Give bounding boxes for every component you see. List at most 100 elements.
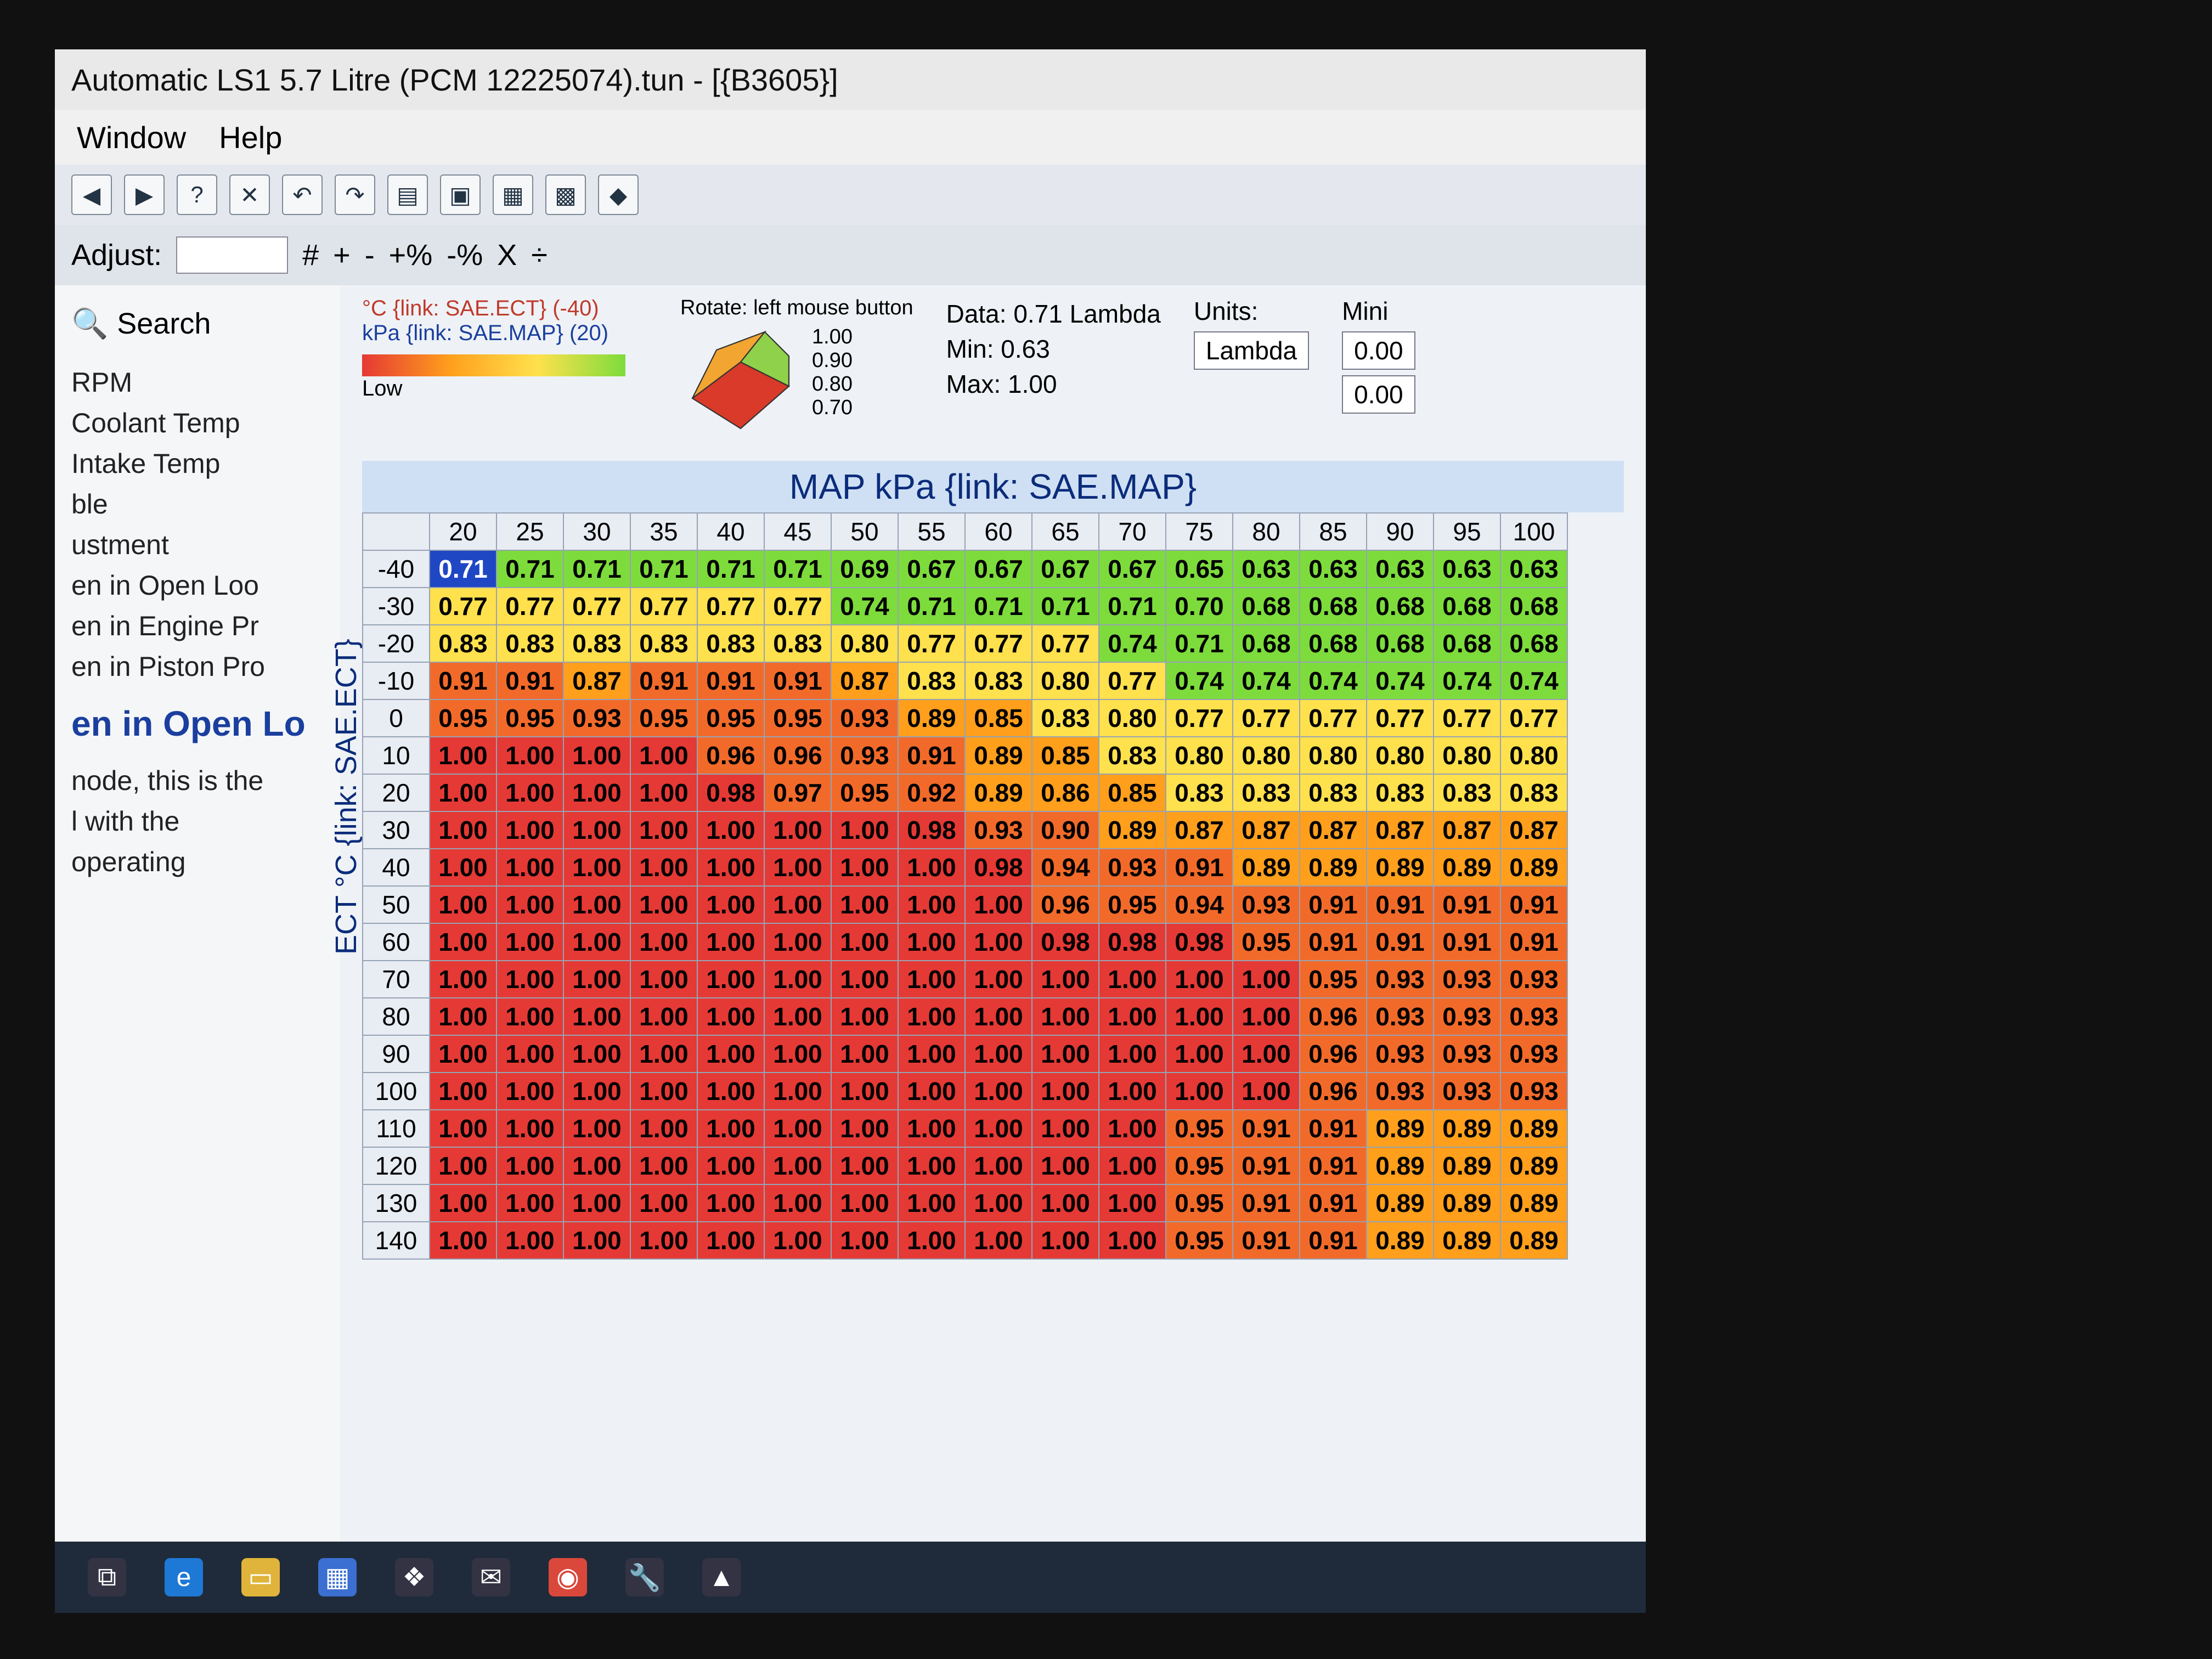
- dropbox-icon[interactable]: ❖: [395, 1558, 433, 1596]
- table-cell[interactable]: 1.00: [563, 811, 631, 849]
- table-cell[interactable]: 0.93: [563, 699, 631, 737]
- table-cell[interactable]: 0.77: [496, 587, 564, 625]
- table-cell[interactable]: 1.00: [697, 1035, 765, 1073]
- table-cell[interactable]: 0.95: [1299, 960, 1367, 998]
- table-cell[interactable]: 1.00: [898, 1072, 966, 1110]
- table-cell[interactable]: 1.00: [697, 1072, 765, 1110]
- table-cell[interactable]: 1.00: [831, 923, 899, 961]
- table-cell[interactable]: 1.00: [764, 1035, 832, 1073]
- table-cell[interactable]: 0.77: [1500, 699, 1568, 737]
- table-cell[interactable]: 1.00: [630, 923, 698, 961]
- table-cell[interactable]: 0.93: [1366, 960, 1434, 998]
- table-cell[interactable]: 1.00: [831, 960, 899, 998]
- table-cell[interactable]: 1.00: [1098, 1072, 1166, 1110]
- table-cell[interactable]: 0.89: [1232, 848, 1300, 887]
- table-cell[interactable]: 1.00: [1098, 997, 1166, 1036]
- table-cell[interactable]: 0.89: [1500, 1147, 1568, 1185]
- table-cell[interactable]: 0.67: [1098, 550, 1166, 588]
- table-cell[interactable]: 0.65: [1165, 550, 1233, 588]
- table-cell[interactable]: 1.00: [563, 997, 631, 1036]
- table-cell[interactable]: 1.00: [496, 811, 564, 849]
- table-cell[interactable]: 1.00: [764, 1109, 832, 1148]
- table-cell[interactable]: 1.00: [964, 1147, 1032, 1185]
- graph-icon[interactable]: ▦: [493, 174, 533, 215]
- table-cell[interactable]: 0.71: [1098, 587, 1166, 625]
- table-cell[interactable]: 0.68: [1500, 587, 1568, 625]
- table-cell[interactable]: 1.00: [563, 1147, 631, 1185]
- table-cell[interactable]: 0.96: [697, 736, 765, 775]
- table-cell[interactable]: 1.00: [964, 885, 1032, 924]
- table-cell[interactable]: 1.00: [630, 774, 698, 812]
- table-cell[interactable]: 0.95: [496, 699, 564, 737]
- table-cell[interactable]: 1.00: [1165, 1072, 1233, 1110]
- mail-icon[interactable]: ✉: [472, 1558, 510, 1596]
- table-cell[interactable]: 1.00: [764, 1072, 832, 1110]
- table-cell[interactable]: 0.67: [964, 550, 1032, 588]
- table-cell[interactable]: 0.89: [1500, 848, 1568, 887]
- table-cell[interactable]: 1.00: [429, 1221, 497, 1260]
- table-cell[interactable]: 0.83: [429, 624, 497, 663]
- table-cell[interactable]: 0.70: [1165, 587, 1233, 625]
- table-cell[interactable]: 1.00: [764, 1147, 832, 1185]
- table-cell[interactable]: 0.71: [964, 587, 1032, 625]
- table-cell[interactable]: 0.83: [898, 662, 966, 700]
- table-cell[interactable]: 1.00: [1232, 960, 1300, 998]
- table-cell[interactable]: 0.93: [1366, 997, 1434, 1036]
- table-cell[interactable]: 1.00: [1165, 960, 1233, 998]
- table-cell[interactable]: 1.00: [429, 923, 497, 961]
- table-cell[interactable]: 0.71: [764, 550, 832, 588]
- table-cell[interactable]: 0.74: [1232, 662, 1300, 700]
- table-cell[interactable]: 0.96: [1031, 885, 1099, 924]
- table-cell[interactable]: 0.95: [1165, 1109, 1233, 1148]
- table-cell[interactable]: 0.87: [831, 662, 899, 700]
- table-cell[interactable]: 0.89: [1366, 1147, 1434, 1185]
- search-button[interactable]: 🔍 Search: [71, 302, 324, 346]
- table-cell[interactable]: 0.77: [630, 587, 698, 625]
- table-cell[interactable]: 0.77: [1299, 699, 1367, 737]
- table-cell[interactable]: 1.00: [1031, 1072, 1099, 1110]
- table-cell[interactable]: 0.71: [630, 550, 698, 588]
- table-cell[interactable]: 0.77: [1232, 699, 1300, 737]
- table-cell[interactable]: 0.89: [1433, 1147, 1501, 1185]
- table-cell[interactable]: 0.80: [1098, 699, 1166, 737]
- table-cell[interactable]: 0.87: [1165, 811, 1233, 849]
- table-cell[interactable]: 1.00: [563, 736, 631, 775]
- table-cell[interactable]: 1.00: [697, 923, 765, 961]
- table-cell[interactable]: 0.74: [831, 587, 899, 625]
- table-cell[interactable]: 0.74: [1098, 624, 1166, 663]
- table-cell[interactable]: 1.00: [1031, 1184, 1099, 1222]
- table-cell[interactable]: 1.00: [898, 1035, 966, 1073]
- table-cell[interactable]: 0.95: [831, 774, 899, 812]
- table-cell[interactable]: 0.93: [1433, 1035, 1501, 1073]
- table-cell[interactable]: 1.00: [898, 885, 966, 924]
- redo-icon[interactable]: ↷: [335, 174, 375, 215]
- table-cell[interactable]: 1.00: [563, 1035, 631, 1073]
- table-cell[interactable]: 0.91: [1232, 1147, 1300, 1185]
- table-cell[interactable]: 1.00: [831, 1221, 899, 1260]
- table-cell[interactable]: 1.00: [831, 1109, 899, 1148]
- table-cell[interactable]: 1.00: [764, 960, 832, 998]
- table-cell[interactable]: 1.00: [496, 736, 564, 775]
- table-cell[interactable]: 1.00: [630, 1035, 698, 1073]
- table-cell[interactable]: 0.68: [1500, 624, 1568, 663]
- table-cell[interactable]: 0.68: [1433, 624, 1501, 663]
- table-cell[interactable]: 1.00: [964, 1184, 1032, 1222]
- table-cell[interactable]: 0.92: [898, 774, 966, 812]
- table-cell[interactable]: 0.63: [1433, 550, 1501, 588]
- table-cell[interactable]: 0.93: [1433, 997, 1501, 1036]
- table-cell[interactable]: 1.00: [831, 848, 899, 887]
- table-cell[interactable]: 0.67: [898, 550, 966, 588]
- table-cell[interactable]: 1.00: [1232, 1072, 1300, 1110]
- table-cell[interactable]: 0.98: [1098, 923, 1166, 961]
- table-cell[interactable]: 0.71: [429, 550, 497, 588]
- table-cell[interactable]: 0.80: [1500, 736, 1568, 775]
- table-cell[interactable]: 1.00: [1031, 1221, 1099, 1260]
- table-cell[interactable]: 1.00: [429, 1147, 497, 1185]
- table-cell[interactable]: 0.80: [1366, 736, 1434, 775]
- table-cell[interactable]: 0.94: [1031, 848, 1099, 887]
- table-cell[interactable]: 0.91: [1366, 923, 1434, 961]
- table-cell[interactable]: 0.68: [1299, 587, 1367, 625]
- table-cell[interactable]: 0.74: [1366, 662, 1434, 700]
- table-cell[interactable]: 0.87: [1232, 811, 1300, 849]
- table-cell[interactable]: 0.93: [1433, 960, 1501, 998]
